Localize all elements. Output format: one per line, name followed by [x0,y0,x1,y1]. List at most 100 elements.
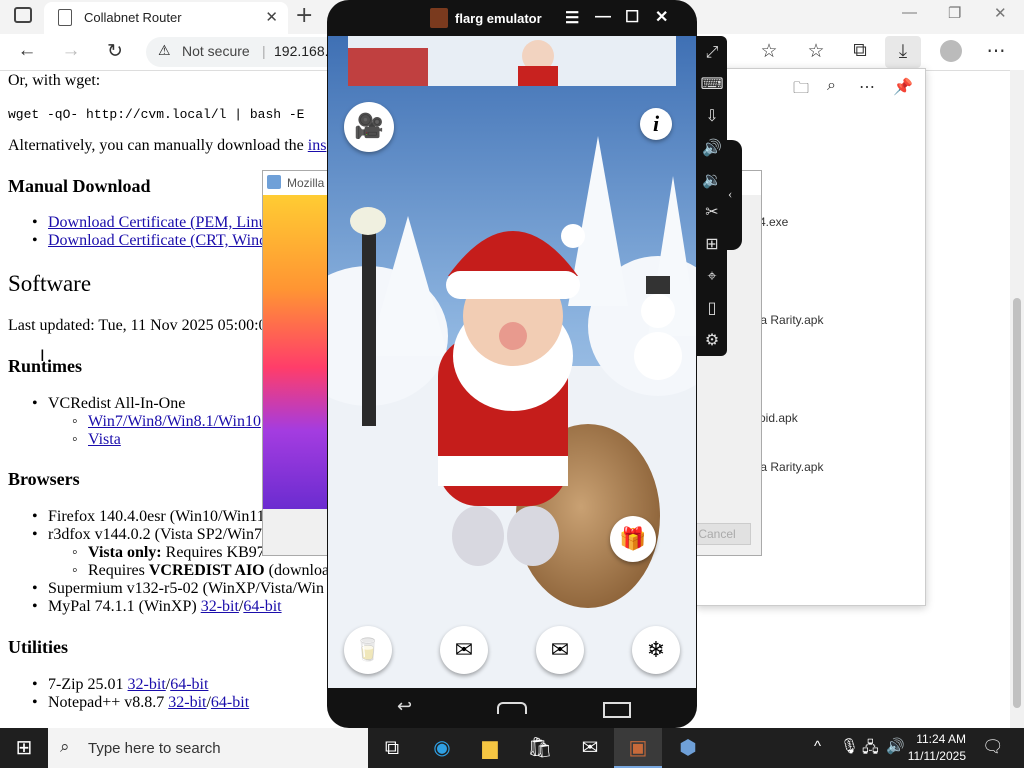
snowball-button[interactable]: ❄ [632,626,680,674]
close-icon[interactable]: ✕ [655,7,668,27]
search-icon[interactable]: ⌕ [827,77,836,95]
runtimes-heading: Runtimes [8,356,83,376]
list-item: Requires VCREDIST AIO (downloa [72,562,329,580]
notepadpp-32-link[interactable]: 32-bit [168,694,206,711]
show-hidden-icons[interactable]: ^ [814,738,821,755]
settings-gear-icon[interactable]: ⚙ [697,330,727,349]
start-windows-icon[interactable]: ⊞ [0,728,48,768]
milk-cookies-button[interactable]: 🥛 [344,626,392,674]
open-folder-icon[interactable]: 🗀 [793,77,809,104]
mypal-32-link[interactable]: 32-bit [201,598,239,615]
vcredist-vista-link[interactable]: Vista [88,431,121,448]
notification-icon[interactable]: 🗨 [982,737,1004,757]
maximize-icon[interactable]: ☐ [625,7,639,27]
list-item: Download Certificate (PEM, Linu [32,214,267,232]
alt-text: Alternatively, you can manually download… [8,137,304,154]
download-item[interactable]: 4.exe [759,215,788,229]
restore-icon[interactable]: ❐ [948,4,961,22]
new-tab-icon[interactable]: + [295,3,313,28]
gift-button[interactable]: 🎁 [610,516,656,562]
shake-icon[interactable]: ▯ [697,298,727,317]
mail-icon[interactable]: ✉ [566,728,614,768]
installer-taskbar-icon[interactable]: ⬢ [664,728,712,768]
multi-instance-icon[interactable]: ⊞ [697,234,727,253]
microphone-icon[interactable]: 🎙 [840,737,859,755]
fullscreen-icon[interactable]: ⤢ [697,42,727,62]
volume-up-icon[interactable]: 🔊 [697,138,727,157]
tab-title: Collabnet Router [84,10,182,25]
store-icon[interactable]: 🛍 [516,728,564,768]
emulator-title: flarg emulator [455,11,542,26]
more-options-icon[interactable]: ⋯ [983,40,1009,64]
info-button[interactable]: i [640,108,672,140]
download-item[interactable]: oid.apk [759,411,798,425]
minimize-icon[interactable]: — [595,8,611,26]
emulator-app-icon [430,8,448,28]
volume-icon[interactable]: 🔊 [886,737,905,755]
address-text: 192.168. [274,43,329,59]
back-icon[interactable]: ← [14,40,40,64]
emulator-screen[interactable]: 🎥 i 🎁 🥛 ✉ ✉ ❄ [328,36,696,688]
warning-icon: ⚠ [158,42,171,58]
edge-icon[interactable]: ◉ [418,728,466,768]
emulator-window: flarg emulator ☰ — ☐ ✕ 🎥 i 🎁 🥛 ✉ ✉ ❄ ↩ [327,0,697,728]
collapse-toolbar-tab[interactable]: ‹ [725,140,742,250]
task-view-icon[interactable]: ⧉ [368,728,416,768]
security-label: Not secure [182,43,250,59]
more-icon[interactable]: ⋯ [859,77,875,97]
search-placeholder: Type here to search [88,740,221,757]
sevenzip-32-link[interactable]: 32-bit [128,676,166,693]
installer-link[interactable]: ins [308,137,327,154]
mozilla-title: Mozilla [287,176,325,190]
pin-icon[interactable]: 📌 [893,77,913,97]
file-explorer-icon[interactable]: ▆ [466,728,514,768]
emulator-title-bar: flarg emulator ☰ — ☐ ✕ [327,0,697,36]
menu-icon[interactable]: ☰ [565,8,579,28]
collections-icon[interactable]: ⧉ [847,40,873,64]
screenshot-icon[interactable]: ✂ [697,202,727,221]
scrollbar-thumb[interactable] [1013,298,1021,708]
cert-crt-link[interactable]: Download Certificate (CRT, Wind [48,232,267,249]
letter-button[interactable]: ✉ [536,626,584,674]
list-item: Vista [72,431,121,449]
forward-icon[interactable]: → [58,40,84,64]
tab-collabnet-router[interactable]: Collabnet Router ✕ [44,2,288,34]
vcredist-win7-link[interactable]: Win7/Win8/Win8.1/Win10 [88,413,261,430]
record-video-button[interactable]: 🎥 [344,102,394,152]
notepadpp-label: Notepad++ v8.8.7 [48,694,165,711]
android-nav-bar: ↩ [327,688,697,728]
recents-nav-icon[interactable] [603,702,631,718]
favorites-icon[interactable]: ☆ [803,40,829,64]
list-item: Win7/Win8/Win8.1/Win10 [72,413,261,431]
emulator-taskbar-icon[interactable]: ▣ [614,728,662,768]
taskbar-search-box[interactable]: ⌕ Type here to search [48,728,368,768]
favorite-add-icon[interactable]: ☆ [756,40,782,64]
clock[interactable]: 11:24 AM 11/11/2025 [908,731,966,765]
network-icon[interactable]: 🖧 [862,737,879,762]
tab-close-icon[interactable]: ✕ [265,8,278,26]
apk-install-icon[interactable]: ⇩ [697,106,727,125]
downloads-button[interactable]: ⤓ [885,36,921,68]
search-icon: ⌕ [60,737,70,756]
sevenzip-label: 7-Zip 25.01 [48,676,124,693]
back-nav-icon[interactable]: ↩ [397,696,412,717]
postcard-button[interactable]: ✉ [440,626,488,674]
list-item: Notepad++ v8.8.7 32-bit/64-bit [32,694,249,712]
profile-avatar[interactable] [940,40,962,62]
close-window-icon[interactable]: ✕ [994,4,1007,22]
mypal-64-link[interactable]: 64-bit [243,598,281,615]
reload-icon[interactable]: ↻ [102,40,128,64]
browsers-heading: Browsers [8,469,80,489]
keyboard-icon[interactable]: ⌨ [697,74,727,93]
home-nav-icon[interactable] [497,702,527,714]
minimize-icon[interactable]: — [902,4,917,21]
list-item: 7-Zip 25.01 32-bit/64-bit [32,676,208,694]
location-icon[interactable]: ⌖ [697,266,727,286]
notepadpp-64-link[interactable]: 64-bit [211,694,249,711]
list-item: MyPal 74.1.1 (WinXP) 32-bit/64-bit [32,598,282,616]
clock-date: 11/11/2025 [907,749,966,763]
sevenzip-64-link[interactable]: 64-bit [170,676,208,693]
volume-down-icon[interactable]: 🔉 [697,170,727,189]
tab-actions-icon[interactable] [14,7,32,23]
cert-pem-link[interactable]: Download Certificate (PEM, Linu [48,214,267,231]
